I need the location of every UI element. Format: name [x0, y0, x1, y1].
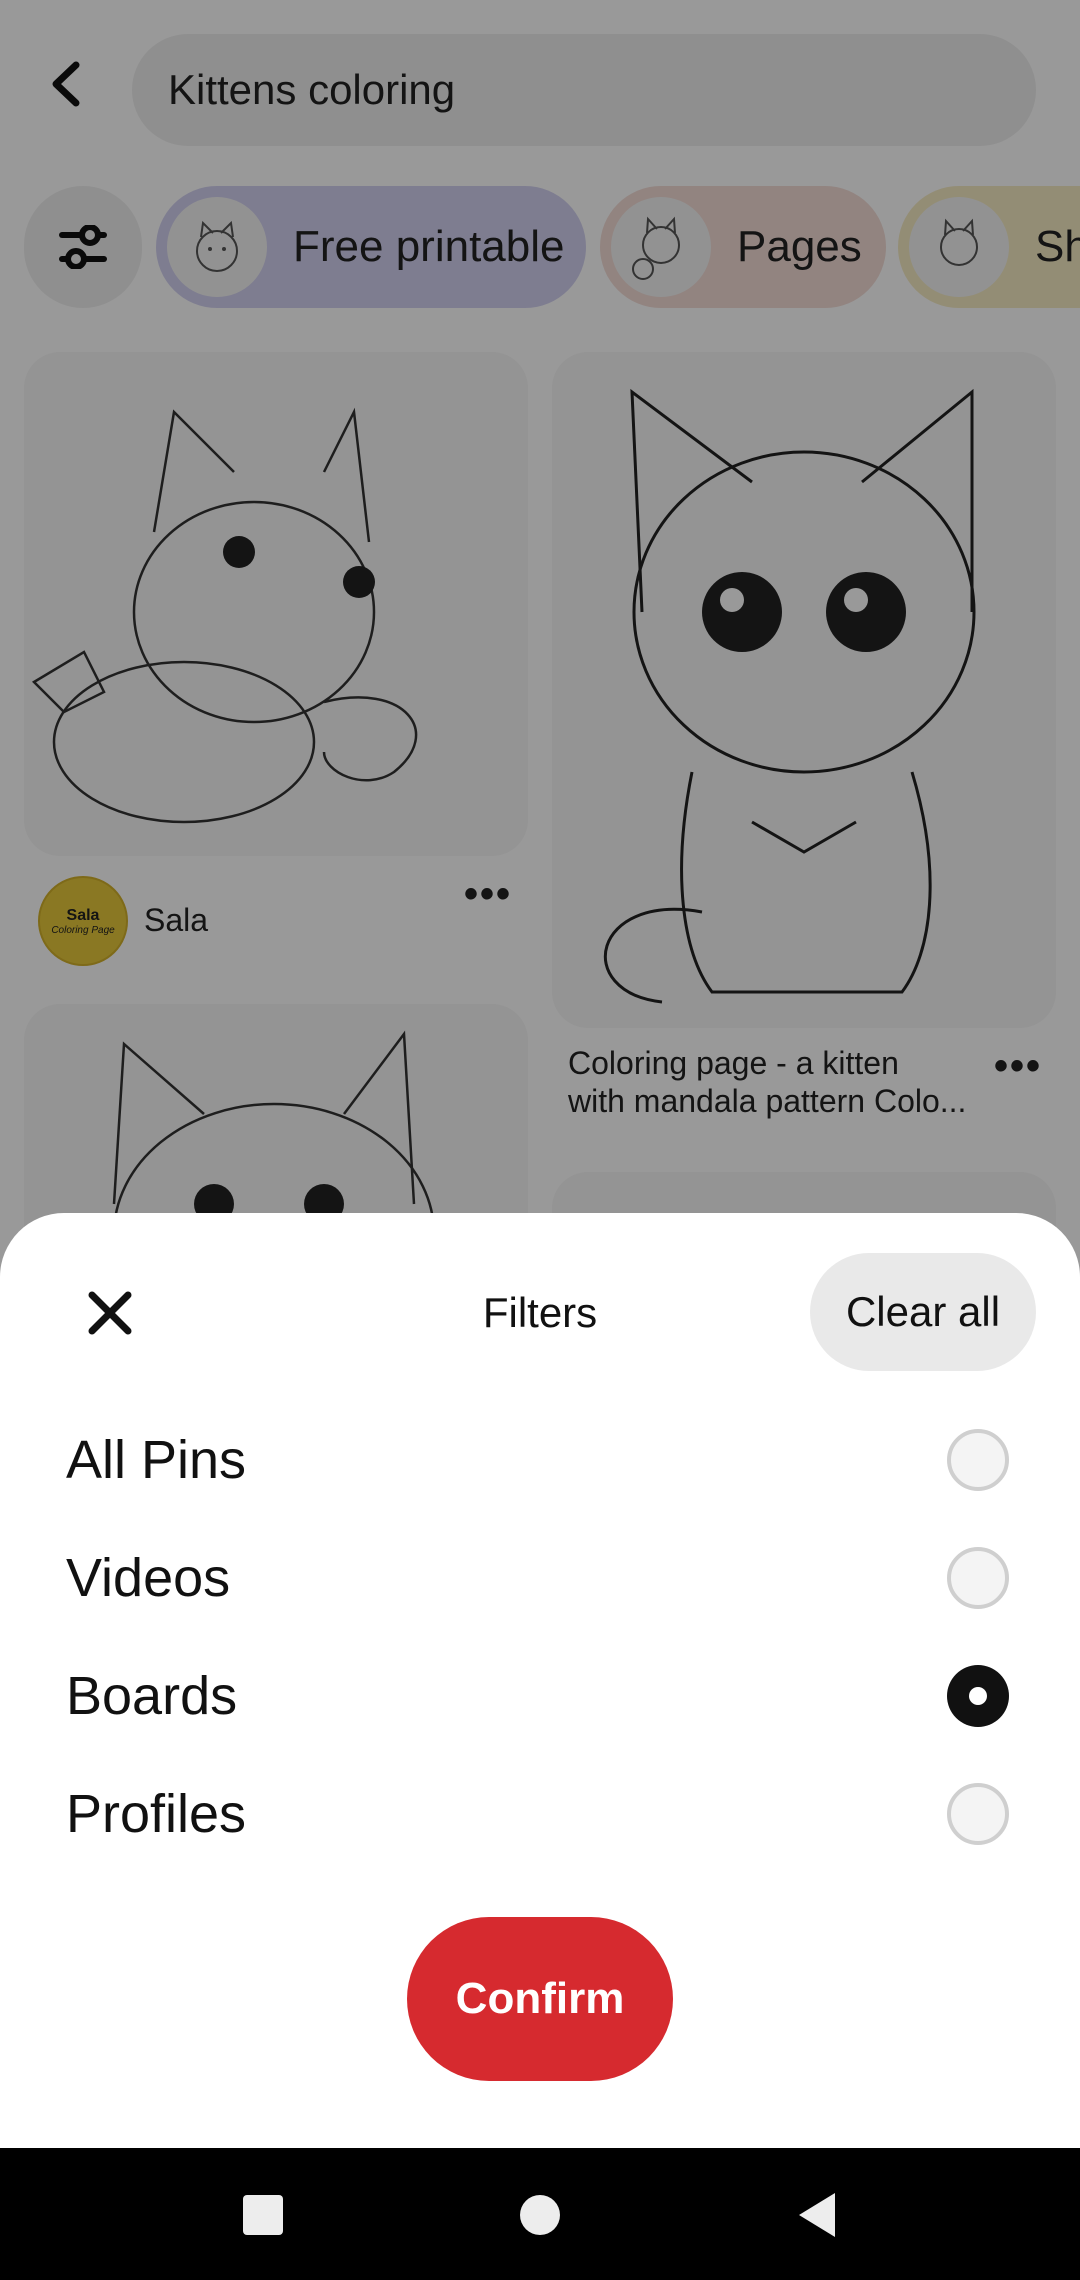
recents-button[interactable]: [228, 2180, 298, 2250]
filters-header: Filters Clear all: [0, 1213, 1080, 1403]
filter-option-label: Videos: [66, 1548, 231, 1608]
circle-icon: [520, 2195, 560, 2235]
home-button[interactable]: [505, 2180, 575, 2250]
filter-option-label: Boards: [66, 1666, 238, 1726]
filters-sheet: Filters Clear all All Pins Videos Boards…: [0, 1213, 1080, 2148]
filter-option-boards[interactable]: Boards: [0, 1637, 1080, 1755]
back-nav-button[interactable]: [782, 2180, 852, 2250]
filter-option-label: Profiles: [66, 1784, 247, 1844]
filter-option-videos[interactable]: Videos: [0, 1519, 1080, 1637]
confirm-button[interactable]: Confirm: [407, 1917, 673, 2081]
radio-button[interactable]: [947, 1783, 1009, 1845]
square-icon: [243, 2195, 283, 2235]
radio-button[interactable]: [947, 1429, 1009, 1491]
filter-option-profiles[interactable]: Profiles: [0, 1755, 1080, 1873]
radio-button[interactable]: [947, 1547, 1009, 1609]
filter-option-all-pins[interactable]: All Pins: [0, 1401, 1080, 1519]
clear-all-button[interactable]: Clear all: [810, 1253, 1036, 1371]
triangle-icon: [799, 2193, 835, 2237]
radio-button-selected[interactable]: [947, 1665, 1009, 1727]
filter-option-label: All Pins: [66, 1430, 247, 1490]
system-navigation-bar: [0, 2148, 1080, 2280]
